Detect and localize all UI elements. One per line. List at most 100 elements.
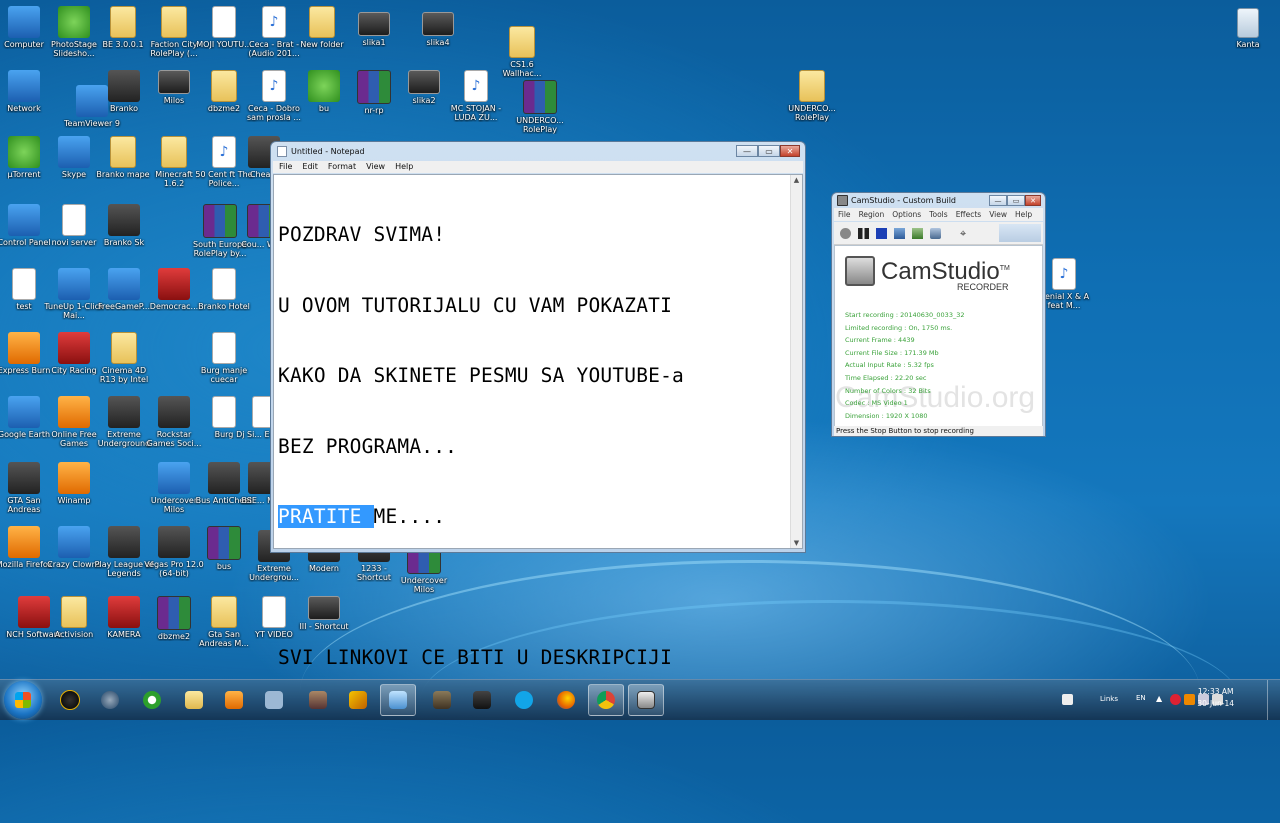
- desktop-shortcut[interactable]: Burg manje cuecar: [194, 332, 254, 384]
- notepad-window[interactable]: Untitled - Notepad — ▭ ✕ File Edit Forma…: [270, 141, 806, 669]
- stat-file-size: Current File Size : 171.39 Mb: [845, 348, 939, 357]
- taskbar-app[interactable]: [464, 684, 500, 716]
- text-line: BEZ PROGRAMA...: [278, 434, 458, 458]
- desktop-shortcut[interactable]: Kanta: [1218, 8, 1278, 49]
- taskbar-app[interactable]: [300, 684, 336, 716]
- desktop-shortcut-label: New folder: [300, 40, 344, 49]
- taskbar-chrome[interactable]: [588, 684, 624, 716]
- desktop-shortcut-label: TeamViewer 9: [64, 119, 120, 128]
- menu-file[interactable]: File: [279, 161, 292, 173]
- camstudio-window[interactable]: CamStudio - Custom Build — ▭ ✕ File Regi…: [831, 192, 1046, 437]
- scroll-down-icon[interactable]: ▼: [791, 538, 802, 548]
- links-toolbar[interactable]: Links: [1100, 695, 1118, 703]
- desktop-shortcut[interactable]: Branko Hotel: [194, 268, 254, 311]
- document-icon: [212, 332, 236, 364]
- camstudio-titlebar[interactable]: CamStudio - Custom Build — ▭ ✕: [832, 193, 1045, 208]
- firefox-icon: [8, 526, 40, 558]
- desktop-shortcut[interactable]: slika2: [394, 70, 454, 105]
- notepad-titlebar[interactable]: Untitled - Notepad — ▭ ✕: [271, 142, 805, 161]
- update-tray-icon[interactable]: [1184, 694, 1195, 705]
- menu-tools[interactable]: Tools: [929, 208, 947, 221]
- minimize-button[interactable]: —: [989, 195, 1007, 206]
- show-desktop-button[interactable]: [1267, 680, 1280, 720]
- desktop-shortcut[interactable]: New folder: [292, 6, 352, 49]
- pause-button[interactable]: [858, 227, 869, 239]
- menu-edit[interactable]: Edit: [302, 161, 318, 173]
- maximize-button[interactable]: ▭: [758, 145, 780, 157]
- menu-options[interactable]: Options: [892, 208, 921, 221]
- desktop-shortcut[interactable]: slika4: [408, 12, 468, 47]
- desktop-shortcut-label: Branko Sk: [103, 238, 145, 247]
- desktop-shortcut-label: slika1: [362, 38, 386, 47]
- antivirus-tray-icon[interactable]: [1170, 694, 1181, 705]
- show-hidden-icon[interactable]: ▲: [1156, 694, 1167, 705]
- menu-effects[interactable]: Effects: [956, 208, 982, 221]
- desktop-shortcut[interactable]: UNDERCO... RolePlay: [782, 70, 842, 122]
- taskbar-app[interactable]: [134, 684, 170, 716]
- desktop-shortcut-label: UNDERCO... RolePlay: [516, 116, 564, 134]
- taskbar-app[interactable]: [340, 684, 376, 716]
- control-panel-icon: [8, 204, 40, 236]
- desktop-shortcut-label: Burg manje cuecar: [200, 366, 248, 384]
- desktop-shortcut[interactable]: UNDERCO... RolePlay: [510, 80, 570, 134]
- pen-tray-icon[interactable]: [1062, 694, 1073, 705]
- taskbar-app[interactable]: [256, 684, 292, 716]
- chrome-icon: [308, 70, 340, 102]
- taskbar-app[interactable]: [424, 684, 460, 716]
- app-icon: [108, 70, 140, 102]
- taskbar-notepad[interactable]: [380, 684, 416, 716]
- webcam-icon[interactable]: [930, 227, 941, 239]
- taskbar-app[interactable]: [176, 684, 212, 716]
- desktop-shortcut[interactable]: Branko Sk: [94, 204, 154, 247]
- stop-button[interactable]: [876, 227, 887, 239]
- region-tool-icon[interactable]: ⌖: [960, 228, 971, 239]
- camstudio-title: CamStudio - Custom Build: [851, 196, 957, 205]
- taskbar-app[interactable]: [92, 684, 128, 716]
- taskbar-camstudio[interactable]: [628, 684, 664, 716]
- recording-stats: Start recording : 20140630_0033_32 Limit…: [845, 309, 964, 422]
- skype-icon: [58, 136, 90, 168]
- menu-file[interactable]: File: [838, 208, 851, 221]
- notepad-text-area[interactable]: POZDRAV SVIMA! U OVOM TUTORIJALU CU VAM …: [273, 174, 803, 669]
- media-play-icon: [225, 691, 243, 709]
- desktop-shortcut[interactable]: ♪ MC STOJAN - LUDA ZU...: [446, 70, 506, 122]
- vertical-scrollbar[interactable]: ▲ ▼: [790, 175, 802, 548]
- clock[interactable]: 12:33 AM 30-Jun-14: [1197, 686, 1234, 710]
- text-line: [278, 576, 684, 600]
- start-button[interactable]: [4, 681, 42, 719]
- menu-region[interactable]: Region: [859, 208, 885, 221]
- computer-icon: [8, 6, 40, 38]
- desktop-shortcut[interactable]: Winamp: [44, 462, 104, 505]
- close-button[interactable]: ✕: [780, 145, 800, 157]
- folder-icon: [61, 596, 87, 628]
- desktop-shortcut[interactable]: slika1: [344, 12, 404, 47]
- menu-format[interactable]: Format: [328, 161, 356, 173]
- folder-icon: [309, 6, 335, 38]
- taskbar-app[interactable]: [52, 684, 88, 716]
- taskbar-app[interactable]: [548, 684, 584, 716]
- annotate-icon[interactable]: [912, 227, 923, 239]
- image-icon: [422, 12, 454, 36]
- desktop-shortcut-label: UNDERCO... RolePlay: [788, 104, 836, 122]
- menu-view[interactable]: View: [366, 161, 385, 173]
- menu-help[interactable]: Help: [395, 161, 413, 173]
- democracy-icon: [158, 268, 190, 300]
- minimize-button[interactable]: —: [736, 145, 758, 157]
- menu-help[interactable]: Help: [1015, 208, 1032, 221]
- maximize-button[interactable]: ▭: [1007, 195, 1025, 206]
- taskbar-app[interactable]: [506, 684, 542, 716]
- menu-view[interactable]: View: [989, 208, 1007, 221]
- camstudio-icon: [637, 691, 655, 709]
- record-button[interactable]: [840, 227, 851, 239]
- desktop-shortcut-label: slika4: [426, 38, 450, 47]
- stat-start-recording: Start recording : 20140630_0033_32: [845, 311, 965, 319]
- desktop-shortcut[interactable]: Cinema 4D R13 by Intel: [94, 332, 154, 384]
- taskbar-app[interactable]: [216, 684, 252, 716]
- language-indicator[interactable]: EN: [1136, 694, 1146, 702]
- desktop-shortcut[interactable]: Network: [0, 70, 54, 113]
- close-button[interactable]: ✕: [1025, 195, 1041, 206]
- options-icon[interactable]: [894, 227, 905, 239]
- winrar-icon: [523, 80, 557, 114]
- scroll-up-icon[interactable]: ▲: [791, 175, 802, 185]
- document-icon: [212, 268, 236, 300]
